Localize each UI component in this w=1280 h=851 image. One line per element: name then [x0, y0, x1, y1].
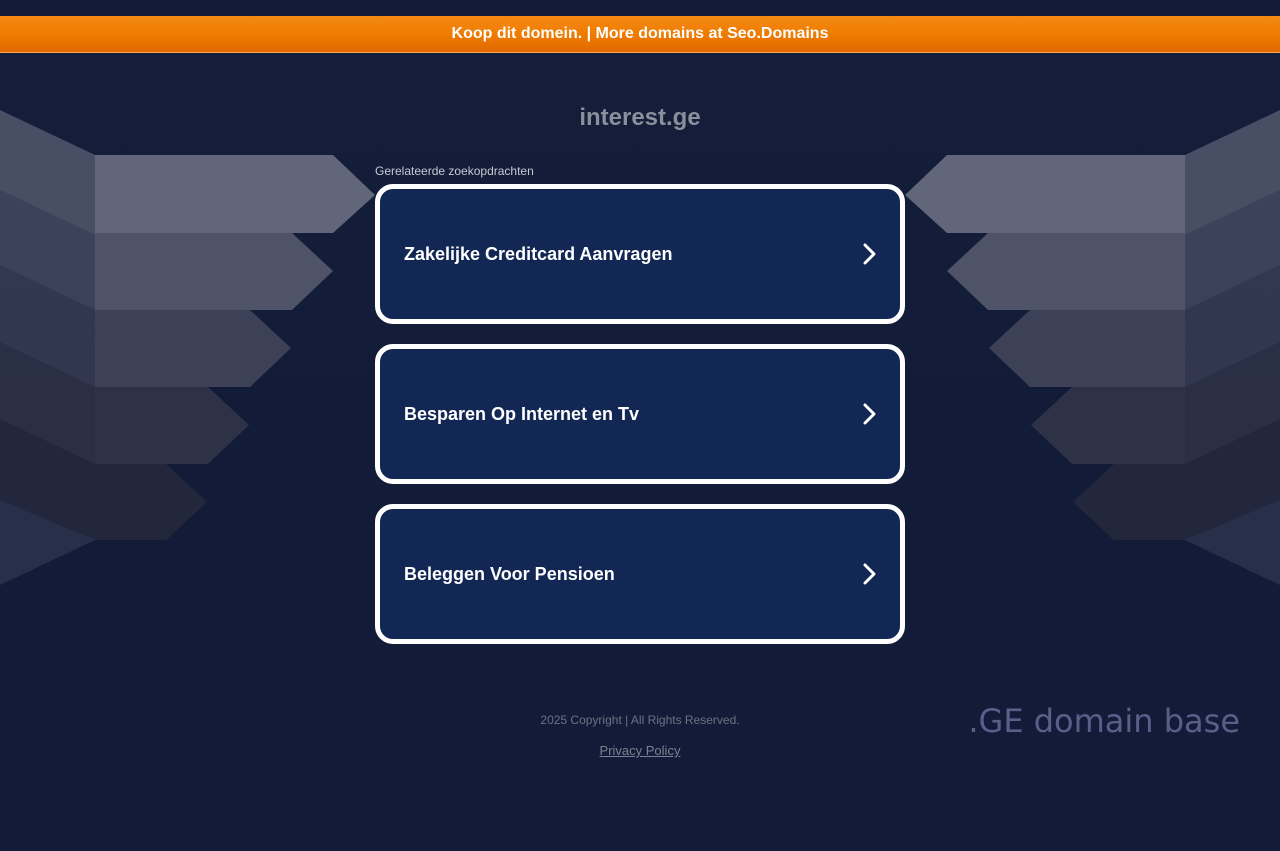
related-search-link-1[interactable]: Zakelijke Creditcard Aanvragen	[375, 184, 905, 324]
buy-domain-link[interactable]: Koop dit domein. | More domains at Seo.D…	[452, 25, 829, 43]
related-search-link-3[interactable]: Beleggen Voor Pensioen	[375, 504, 905, 644]
footer-privacy: Privacy Policy	[0, 743, 1280, 758]
related-search-label: Beleggen Voor Pensioen	[404, 563, 615, 584]
promo-banner: Koop dit domein. | More domains at Seo.D…	[0, 16, 1280, 53]
related-search-link-2[interactable]: Besparen Op Internet en Tv	[375, 344, 905, 484]
domain-title: interest.ge	[579, 104, 701, 131]
chevron-right-icon	[863, 563, 876, 585]
chevron-right-icon	[863, 403, 876, 425]
related-search-label: Besparen Op Internet en Tv	[404, 403, 640, 424]
related-search-label: Zakelijke Creditcard Aanvragen	[404, 243, 673, 264]
parked-domain-page: Koop dit domein. | More domains at Seo.D…	[0, 0, 1280, 851]
privacy-policy-link[interactable]: Privacy Policy	[600, 743, 681, 758]
chevron-right-icon	[863, 243, 876, 265]
brand-logo-text: .GE domain base	[968, 702, 1240, 740]
related-searches-label: Gerelateerde zoekopdrachten	[375, 164, 534, 178]
